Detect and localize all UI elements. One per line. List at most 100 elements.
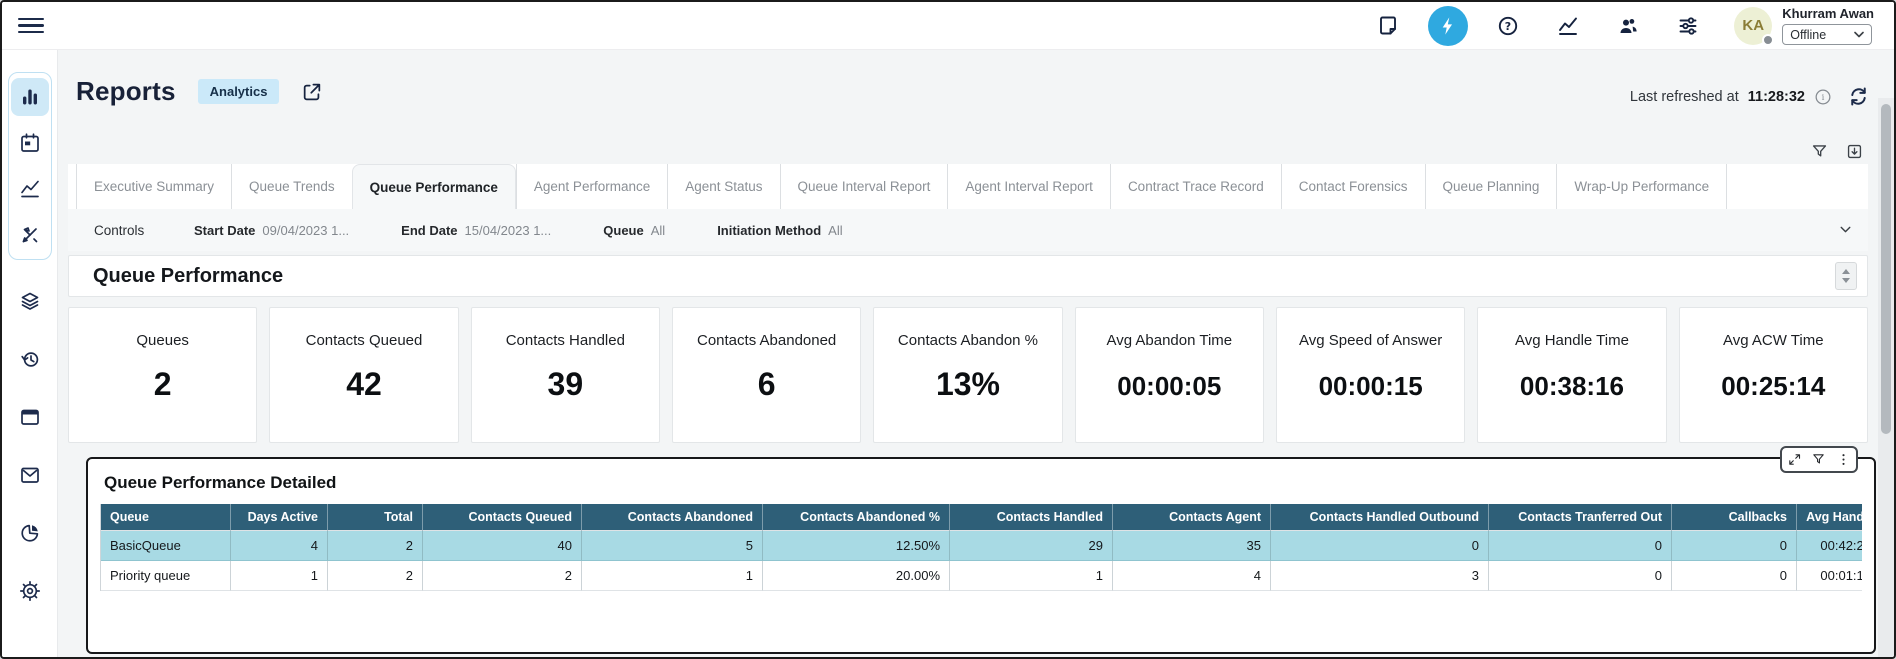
column-header[interactable]: Contacts Handled Outbound bbox=[1271, 504, 1489, 531]
lightning-icon[interactable] bbox=[1428, 6, 1468, 46]
queue-performance-table: Queue Days Active Total Contacts Queued … bbox=[100, 504, 1862, 591]
refresh-icon[interactable] bbox=[1847, 85, 1870, 113]
column-header[interactable]: Avg Handl. bbox=[1797, 504, 1862, 531]
content: Reports Analytics Last refreshed at 11:2… bbox=[58, 50, 1894, 657]
kpi-row: Queues 2 Contacts Queued 42 Contacts Han… bbox=[68, 307, 1868, 443]
sidebar-analytics-group bbox=[8, 72, 52, 260]
tab-executive-summary[interactable]: Executive Summary bbox=[76, 164, 231, 209]
topbar: ? KA Khurram Awan Offline bbox=[2, 2, 1894, 50]
sidebar-item-settings[interactable] bbox=[11, 572, 49, 610]
page-title: Reports bbox=[76, 76, 176, 107]
spinner-up-icon bbox=[1842, 269, 1850, 274]
bar-chart-icon bbox=[18, 85, 42, 109]
column-header[interactable]: Queue bbox=[101, 504, 231, 531]
tab-agent-interval-report[interactable]: Agent Interval Report bbox=[947, 164, 1110, 209]
table-row-basicqueue[interactable]: BasicQueue 4 2 40 5 12.50% 29 35 0 0 0 0… bbox=[101, 531, 1862, 561]
sliders-icon[interactable] bbox=[1668, 6, 1708, 46]
topbar-right: ? KA Khurram Awan Offline bbox=[1348, 6, 1878, 46]
calendar-icon bbox=[18, 131, 42, 155]
hamburger-menu-icon[interactable] bbox=[18, 13, 44, 39]
avatar[interactable]: KA bbox=[1734, 7, 1772, 45]
filter-initiation-method[interactable]: Initiation Method All bbox=[717, 223, 842, 238]
column-header[interactable]: Contacts Abandoned % bbox=[763, 504, 950, 531]
controls-collapse-chevron-icon[interactable] bbox=[1837, 221, 1854, 243]
column-header[interactable]: Days Active bbox=[231, 504, 328, 531]
status-dot bbox=[1762, 34, 1774, 46]
info-icon[interactable]: i bbox=[1814, 88, 1832, 106]
tab-queue-trends[interactable]: Queue Trends bbox=[231, 164, 352, 209]
app-window: ? KA Khurram Awan Offline bbox=[0, 0, 1896, 659]
sidebar-item-calendar[interactable] bbox=[11, 124, 49, 162]
tab-agent-performance[interactable]: Agent Performance bbox=[516, 164, 667, 209]
column-header[interactable]: Callbacks bbox=[1672, 504, 1797, 531]
gear-icon bbox=[18, 579, 42, 603]
sidebar-item-window[interactable] bbox=[11, 398, 49, 436]
kpi-card-avg-abandon-time: Avg Abandon Time 00:00:05 bbox=[1075, 307, 1264, 443]
kpi-card-contacts-abandoned: Contacts Abandoned 6 bbox=[672, 307, 861, 443]
kpi-card-avg-acw-time: Avg ACW Time 00:25:14 bbox=[1679, 307, 1868, 443]
note-icon[interactable] bbox=[1368, 6, 1408, 46]
column-header[interactable]: Contacts Tranferred Out bbox=[1489, 504, 1672, 531]
line-chart-icon[interactable] bbox=[1548, 6, 1588, 46]
help-icon[interactable]: ? bbox=[1488, 6, 1528, 46]
expand-icon[interactable] bbox=[1787, 452, 1802, 467]
last-refreshed-time: 11:28:32 bbox=[1748, 89, 1805, 105]
kebab-menu-icon[interactable] bbox=[1836, 452, 1851, 467]
kpi-card-contacts-queued: Contacts Queued 42 bbox=[269, 307, 458, 443]
column-header[interactable]: Total bbox=[328, 504, 423, 531]
filter-queue[interactable]: Queue All bbox=[603, 223, 665, 238]
column-header[interactable]: Contacts Handled bbox=[950, 504, 1113, 531]
panel-toolbar bbox=[1780, 446, 1858, 473]
column-header[interactable]: Contacts Abandoned bbox=[582, 504, 763, 531]
tab-queue-interval-report[interactable]: Queue Interval Report bbox=[780, 164, 948, 209]
kpi-card-contacts-abandon-pct: Contacts Abandon % 13% bbox=[873, 307, 1062, 443]
filter-start-date[interactable]: Start Date 09/04/2023 1... bbox=[194, 223, 349, 238]
sidebar-lower-group bbox=[10, 282, 50, 610]
tab-queue-performance[interactable]: Queue Performance bbox=[352, 164, 516, 210]
tab-contact-forensics[interactable]: Contact Forensics bbox=[1281, 164, 1425, 209]
sidebar bbox=[2, 50, 58, 657]
customize-brush-icon bbox=[18, 223, 42, 247]
table-row-priority-queue[interactable]: Priority queue 1 2 2 1 20.00% 1 4 3 0 0 … bbox=[101, 561, 1862, 591]
download-icon[interactable] bbox=[1845, 142, 1864, 161]
analytics-badge: Analytics bbox=[198, 79, 280, 104]
queue-performance-detailed-panel: Queue Performance Detailed Queue Days Ac… bbox=[86, 457, 1876, 654]
tab-wrap-up-performance[interactable]: Wrap-Up Performance bbox=[1556, 164, 1727, 209]
tab-contract-trace-record[interactable]: Contract Trace Record bbox=[1110, 164, 1281, 209]
section-spinner[interactable] bbox=[1835, 262, 1857, 290]
history-icon bbox=[18, 347, 42, 371]
controls-row: Controls Start Date 09/04/2023 1... End … bbox=[68, 209, 1868, 251]
sidebar-item-history[interactable] bbox=[11, 340, 49, 378]
sidebar-item-reports[interactable] bbox=[11, 78, 49, 116]
column-header[interactable]: Contacts Agent bbox=[1113, 504, 1271, 531]
status-select[interactable]: Offline bbox=[1782, 24, 1872, 45]
quick-tools bbox=[1810, 142, 1864, 161]
filter-icon[interactable] bbox=[1810, 142, 1829, 161]
panel-title: Queue Performance Detailed bbox=[104, 473, 1862, 493]
refresh-area: Last refreshed at 11:28:32 i bbox=[1630, 88, 1832, 106]
column-header[interactable]: Contacts Queued bbox=[423, 504, 582, 531]
scrollbar-thumb[interactable] bbox=[1881, 104, 1891, 434]
spinner-down-icon bbox=[1842, 278, 1850, 283]
page-scrollbar[interactable] bbox=[1878, 98, 1894, 657]
users-icon[interactable] bbox=[1608, 6, 1648, 46]
controls-label: Controls bbox=[94, 223, 194, 238]
line-chart-icon bbox=[18, 177, 42, 201]
table-header-row: Queue Days Active Total Contacts Queued … bbox=[101, 504, 1862, 531]
tab-agent-status[interactable]: Agent Status bbox=[667, 164, 779, 209]
layers-icon bbox=[18, 289, 42, 313]
sidebar-item-pie-chart[interactable] bbox=[11, 514, 49, 552]
chevron-down-icon bbox=[1854, 31, 1864, 38]
kpi-card-queues: Queues 2 bbox=[68, 307, 257, 443]
filter-icon[interactable] bbox=[1811, 452, 1826, 467]
filter-end-date[interactable]: End Date 15/04/2023 1... bbox=[401, 223, 551, 238]
sidebar-item-layers[interactable] bbox=[11, 282, 49, 320]
user-name: Khurram Awan bbox=[1782, 6, 1874, 21]
sidebar-item-mail[interactable] bbox=[11, 456, 49, 494]
tab-queue-planning[interactable]: Queue Planning bbox=[1425, 164, 1557, 209]
external-link-icon[interactable] bbox=[301, 81, 323, 103]
last-refreshed-label: Last refreshed at bbox=[1630, 89, 1739, 105]
report-tabs: Executive Summary Queue Trends Queue Per… bbox=[68, 164, 1868, 209]
sidebar-item-metrics[interactable] bbox=[11, 170, 49, 208]
sidebar-item-customize[interactable] bbox=[11, 216, 49, 254]
